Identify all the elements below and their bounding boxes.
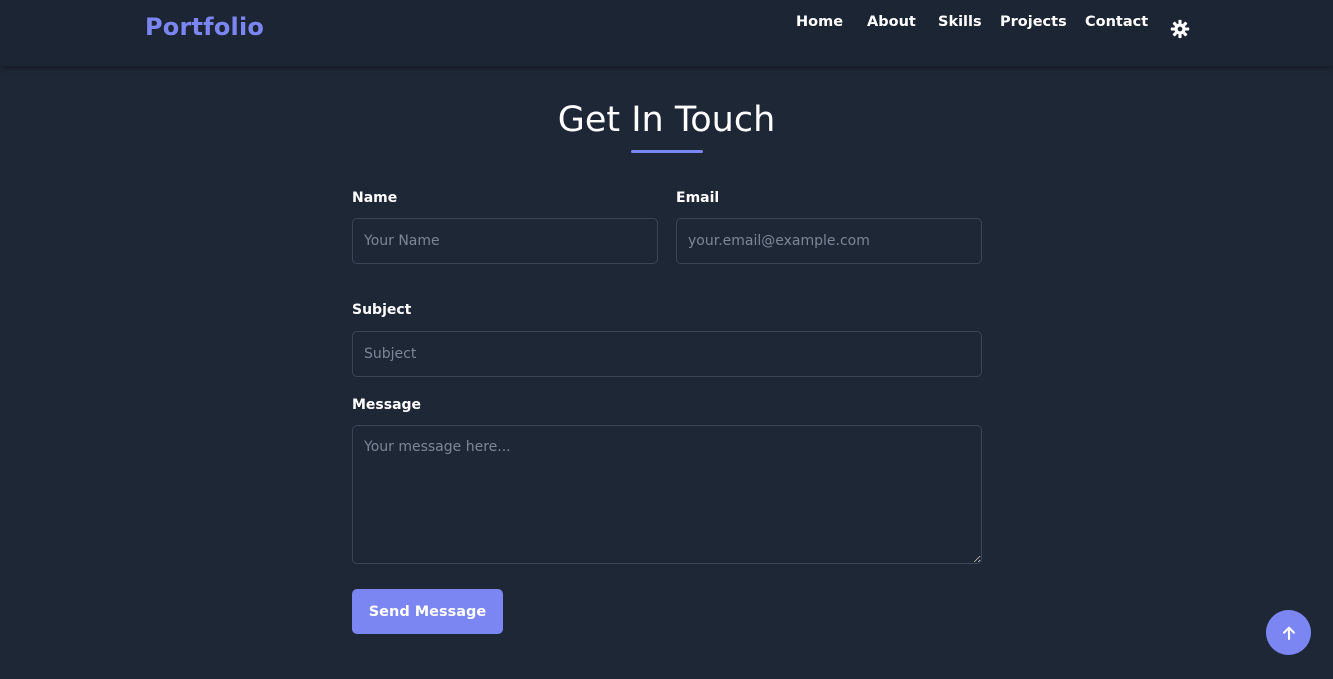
email-input[interactable] bbox=[676, 218, 982, 264]
name-input[interactable] bbox=[352, 218, 658, 264]
nav-link-contact[interactable]: Contact bbox=[1085, 14, 1148, 30]
navbar: Portfolio Home About Skills Projects Con… bbox=[0, 0, 1333, 66]
page-title: Get In Touch bbox=[557, 100, 776, 140]
send-message-button[interactable]: Send Message bbox=[352, 589, 503, 634]
nav-link-about[interactable]: About bbox=[867, 14, 916, 30]
subject-label: Subject bbox=[352, 302, 412, 318]
arrow-up-icon bbox=[1282, 626, 1295, 640]
theme-toggle-button[interactable] bbox=[1169, 18, 1191, 40]
message-textarea[interactable] bbox=[352, 425, 982, 564]
title-underline bbox=[631, 150, 703, 153]
subject-input[interactable] bbox=[352, 331, 982, 377]
nav-link-home[interactable]: Home bbox=[796, 14, 843, 30]
scroll-to-top-button[interactable] bbox=[1266, 610, 1311, 655]
nav-link-projects[interactable]: Projects bbox=[1000, 14, 1067, 30]
gear-icon bbox=[1170, 19, 1190, 39]
name-label: Name bbox=[352, 190, 398, 206]
email-label: Email bbox=[676, 190, 720, 206]
nav-link-skills[interactable]: Skills bbox=[938, 14, 982, 30]
message-label: Message bbox=[352, 397, 422, 413]
logo-link[interactable]: Portfolio bbox=[145, 13, 264, 41]
